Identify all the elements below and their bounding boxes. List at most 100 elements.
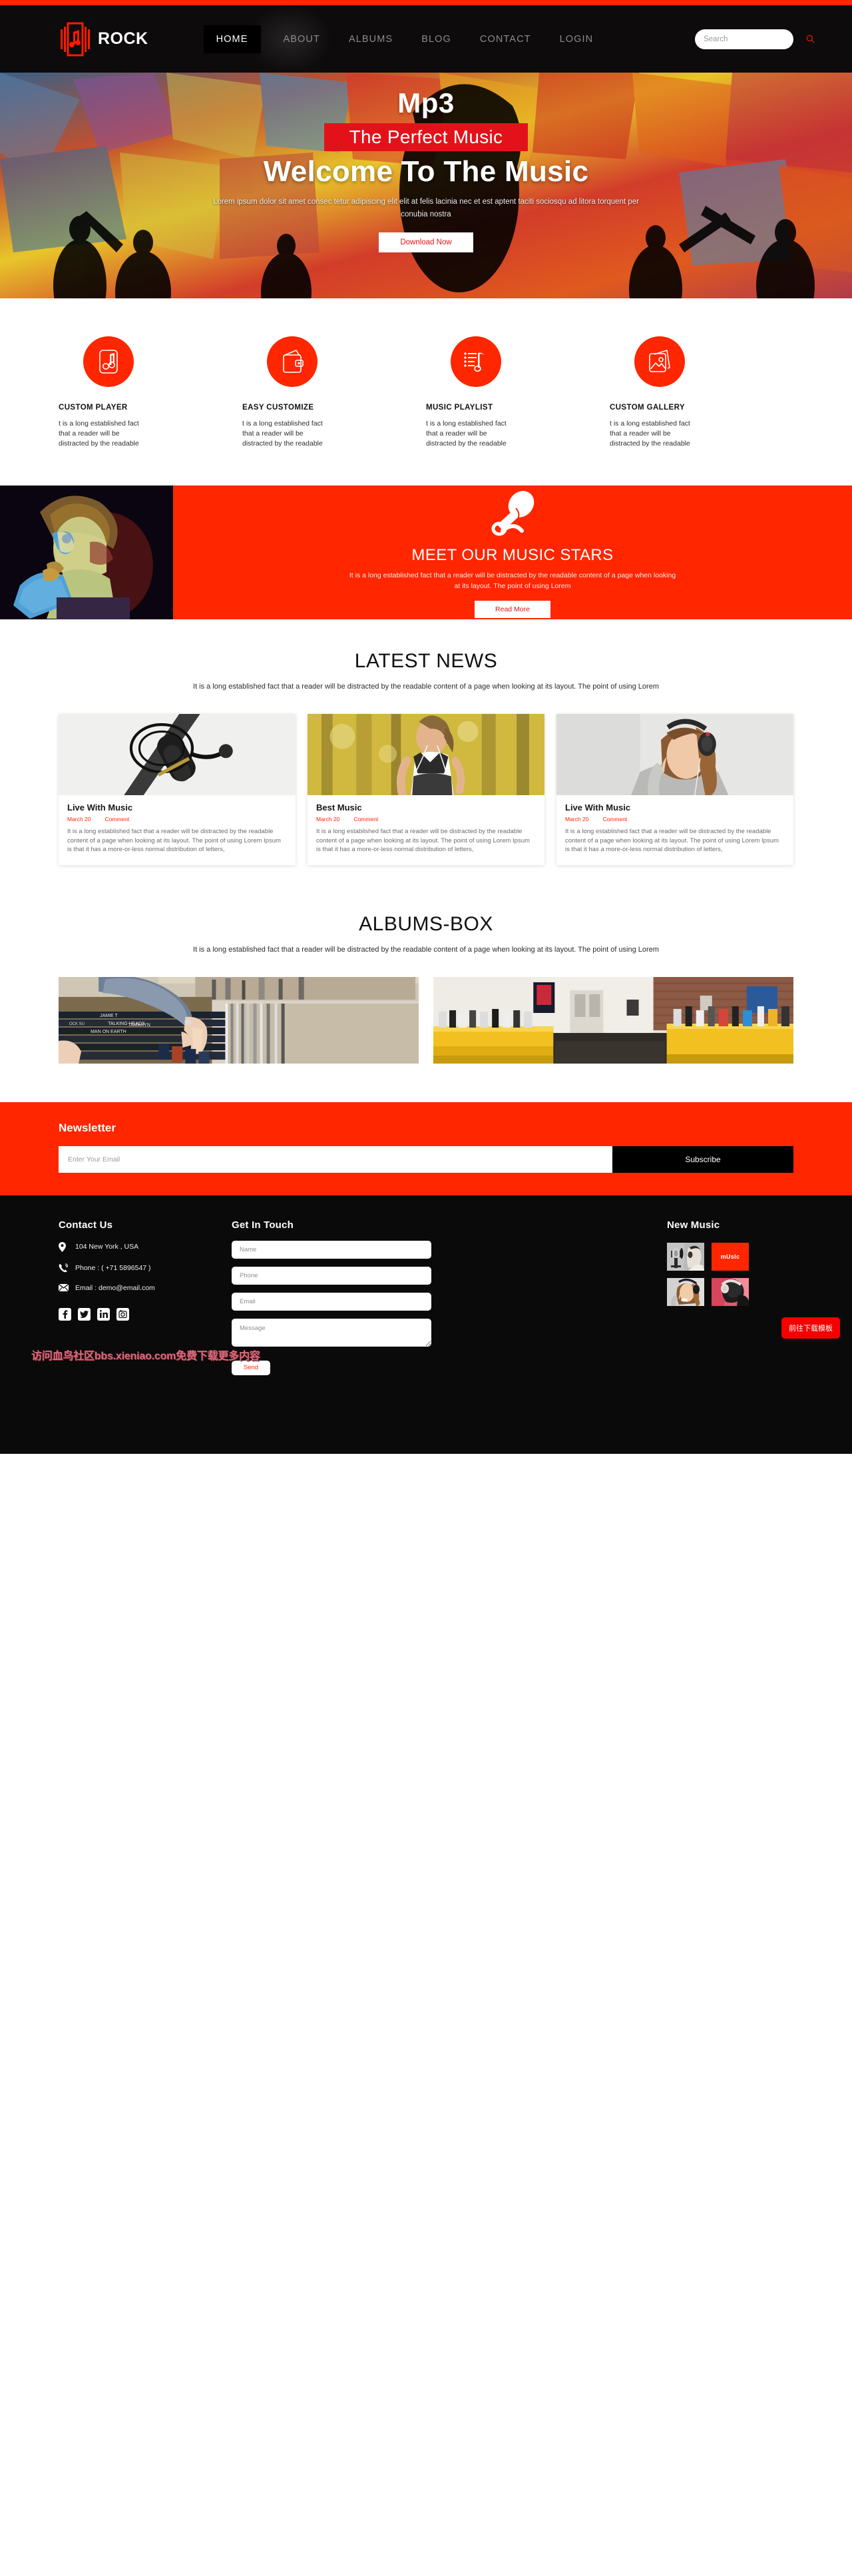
child-singing-into-microphone-photo[interactable] xyxy=(667,1242,704,1271)
address-text: 104 New York , USA xyxy=(75,1243,139,1251)
news-card-comment-link[interactable]: Comment xyxy=(602,816,627,822)
woman-jogging-with-earphones-photo xyxy=(308,714,544,795)
news-card-title: Live With Music xyxy=(565,803,631,812)
news-card-date: March 20 xyxy=(67,816,91,822)
music-player-icon xyxy=(83,336,134,387)
music-star-photo xyxy=(0,485,173,619)
footer-form-column: Get In Touch Send xyxy=(232,1219,431,1375)
newsletter-email-input[interactable] xyxy=(59,1145,612,1173)
woman-with-headphones-photo[interactable] xyxy=(667,1277,704,1306)
footer-bottom-spacer xyxy=(0,1375,852,1454)
latest-news-section: LATEST NEWS It is a long established fac… xyxy=(0,619,852,898)
linkedin-icon[interactable] xyxy=(97,1307,110,1321)
news-card[interactable]: Live With Music March 20 Comment It is a… xyxy=(556,714,793,865)
latest-news-subtitle: It is a long established fact that a rea… xyxy=(193,683,659,691)
location-pin-icon xyxy=(59,1241,70,1252)
studio-microphone-photo xyxy=(59,714,296,795)
svg-text:TAMARYN: TAMARYN xyxy=(128,1023,150,1028)
site-header: ROCK HOME ABOUT ALBUMS BLOG CONTACT LOGI… xyxy=(0,5,852,73)
feature-text: t is a long established fact that a read… xyxy=(59,420,139,448)
svg-text:MAN ON EARTH: MAN ON EARTH xyxy=(91,1030,126,1034)
hero-section: Mp3 The Perfect Music Welcome To The Mus… xyxy=(0,73,852,298)
nav-item-contact[interactable]: CONTACT xyxy=(480,28,531,51)
headphones-on-pink-background-photo[interactable] xyxy=(712,1277,749,1306)
feature-text: t is a long established fact that a read… xyxy=(242,420,323,448)
nav-item-login[interactable]: LOGIN xyxy=(560,28,594,51)
feature-title: CUSTOM GALLERY xyxy=(610,404,685,412)
hands-browsing-vinyl-records-photo[interactable]: JAMIE T OCK SU TALKING HEADS TAMARYN MAN… xyxy=(59,976,419,1064)
social-links xyxy=(59,1307,215,1321)
music-stars-description: It is a long established fact that a rea… xyxy=(349,571,676,590)
page-root: ROCK HOME ABOUT ALBUMS BLOG CONTACT LOGI… xyxy=(0,0,852,1454)
contact-address: 104 New York , USA xyxy=(59,1241,215,1252)
contact-phone: Phone : ( +71 5896547 ) xyxy=(59,1263,215,1273)
hero-tagline: The Perfect Music xyxy=(323,123,529,151)
send-button[interactable]: Send xyxy=(232,1360,270,1375)
top-accent-bar xyxy=(0,0,852,5)
svg-text:OCK SU: OCK SU xyxy=(69,1022,85,1026)
playlist-icon xyxy=(451,336,501,387)
news-card-text: It is a long established fact that a rea… xyxy=(67,828,281,853)
newsletter-section: Newsletter Subscribe xyxy=(0,1102,852,1195)
brand-name: ROCK xyxy=(98,29,148,48)
search-icon[interactable] xyxy=(806,35,815,43)
feature-title: MUSIC PLAYLIST xyxy=(426,404,493,412)
contact-phone-input[interactable] xyxy=(232,1266,431,1285)
new-music-heading: New Music xyxy=(667,1219,720,1231)
contact-email: Email : demo@email.com xyxy=(59,1284,215,1292)
features-section: CUSTOM PLAYER t is a long established fa… xyxy=(0,298,852,485)
hero-description: Lorem ipsum dolor sit amet consec tetur … xyxy=(213,198,639,218)
latest-news-title: LATEST NEWS xyxy=(354,650,498,672)
search-input[interactable] xyxy=(704,35,806,43)
news-card[interactable]: Live With Music March 20 Comment It is a… xyxy=(59,714,296,865)
nav-item-blog[interactable]: BLOG xyxy=(421,28,451,51)
site-footer: Contact Us 104 New York , USA Phone : ( … xyxy=(0,1195,852,1375)
news-card-title: Best Music xyxy=(316,803,362,812)
newsletter-title: Newsletter xyxy=(59,1121,116,1134)
wallet-icon xyxy=(267,336,318,387)
feature-text: t is a long established fact that a read… xyxy=(426,420,507,448)
subscribe-button[interactable]: Subscribe xyxy=(612,1145,793,1173)
hero-heading: Welcome To The Music xyxy=(263,155,589,188)
download-template-button[interactable]: 前往下载模板 xyxy=(781,1317,840,1339)
albums-box-section: ALBUMS-BOX It is a long established fact… xyxy=(0,898,852,1102)
music-stars-section: MEET OUR MUSIC STARS It is a long establ… xyxy=(0,485,852,619)
instagram-icon[interactable] xyxy=(116,1307,129,1321)
news-card-comment-link[interactable]: Comment xyxy=(105,816,129,822)
facebook-icon[interactable] xyxy=(59,1307,71,1321)
news-card-text: It is a long established fact that a rea… xyxy=(565,828,779,853)
news-card-comment-link[interactable]: Comment xyxy=(353,816,378,822)
contact-message-textarea[interactable] xyxy=(232,1318,431,1347)
contact-us-heading: Contact Us xyxy=(59,1219,113,1231)
gallery-icon xyxy=(634,336,685,387)
nav-item-albums[interactable]: ALBUMS xyxy=(349,28,393,51)
record-store-aisle-photo[interactable] xyxy=(433,976,793,1064)
feature-music-playlist: MUSIC PLAYLIST t is a long established f… xyxy=(426,336,610,449)
read-more-button[interactable]: Read More xyxy=(475,601,550,618)
get-in-touch-heading: Get In Touch xyxy=(232,1219,294,1231)
nav-item-home[interactable]: HOME xyxy=(203,25,261,53)
nav-item-about[interactable]: ABOUT xyxy=(284,28,320,51)
email-text: Email : demo@email.com xyxy=(75,1283,155,1292)
albums-box-subtitle: It is a long established fact that a rea… xyxy=(193,945,659,954)
twitter-icon[interactable] xyxy=(78,1307,91,1321)
contact-email-input[interactable] xyxy=(232,1292,431,1311)
music-stars-title: MEET OUR MUSIC STARS xyxy=(411,546,614,564)
music-note-logo-icon xyxy=(59,21,92,57)
news-card-text: It is a long established fact that a rea… xyxy=(316,828,530,853)
download-now-button[interactable]: Download Now xyxy=(379,232,473,252)
music-label-tile[interactable]: mUsIc xyxy=(712,1242,749,1271)
news-card[interactable]: Best Music March 20 Comment It is a long… xyxy=(308,714,544,865)
feature-title: CUSTOM PLAYER xyxy=(59,404,128,412)
brand-logo[interactable]: ROCK xyxy=(59,21,148,57)
microphone-icon xyxy=(486,489,539,543)
feature-text: t is a long established fact that a read… xyxy=(610,420,690,448)
feature-custom-gallery: CUSTOM GALLERY t is a long established f… xyxy=(610,336,793,449)
news-card-date: March 20 xyxy=(565,816,589,822)
footer-new-music-column: New Music mUsIc xyxy=(667,1219,793,1375)
feature-title: EASY CUSTOMIZE xyxy=(242,404,314,412)
music-label-text: mUsIc xyxy=(720,1253,740,1260)
contact-name-input[interactable] xyxy=(232,1240,431,1259)
albums-box-title: ALBUMS-BOX xyxy=(359,912,493,935)
search-box[interactable] xyxy=(695,29,815,49)
